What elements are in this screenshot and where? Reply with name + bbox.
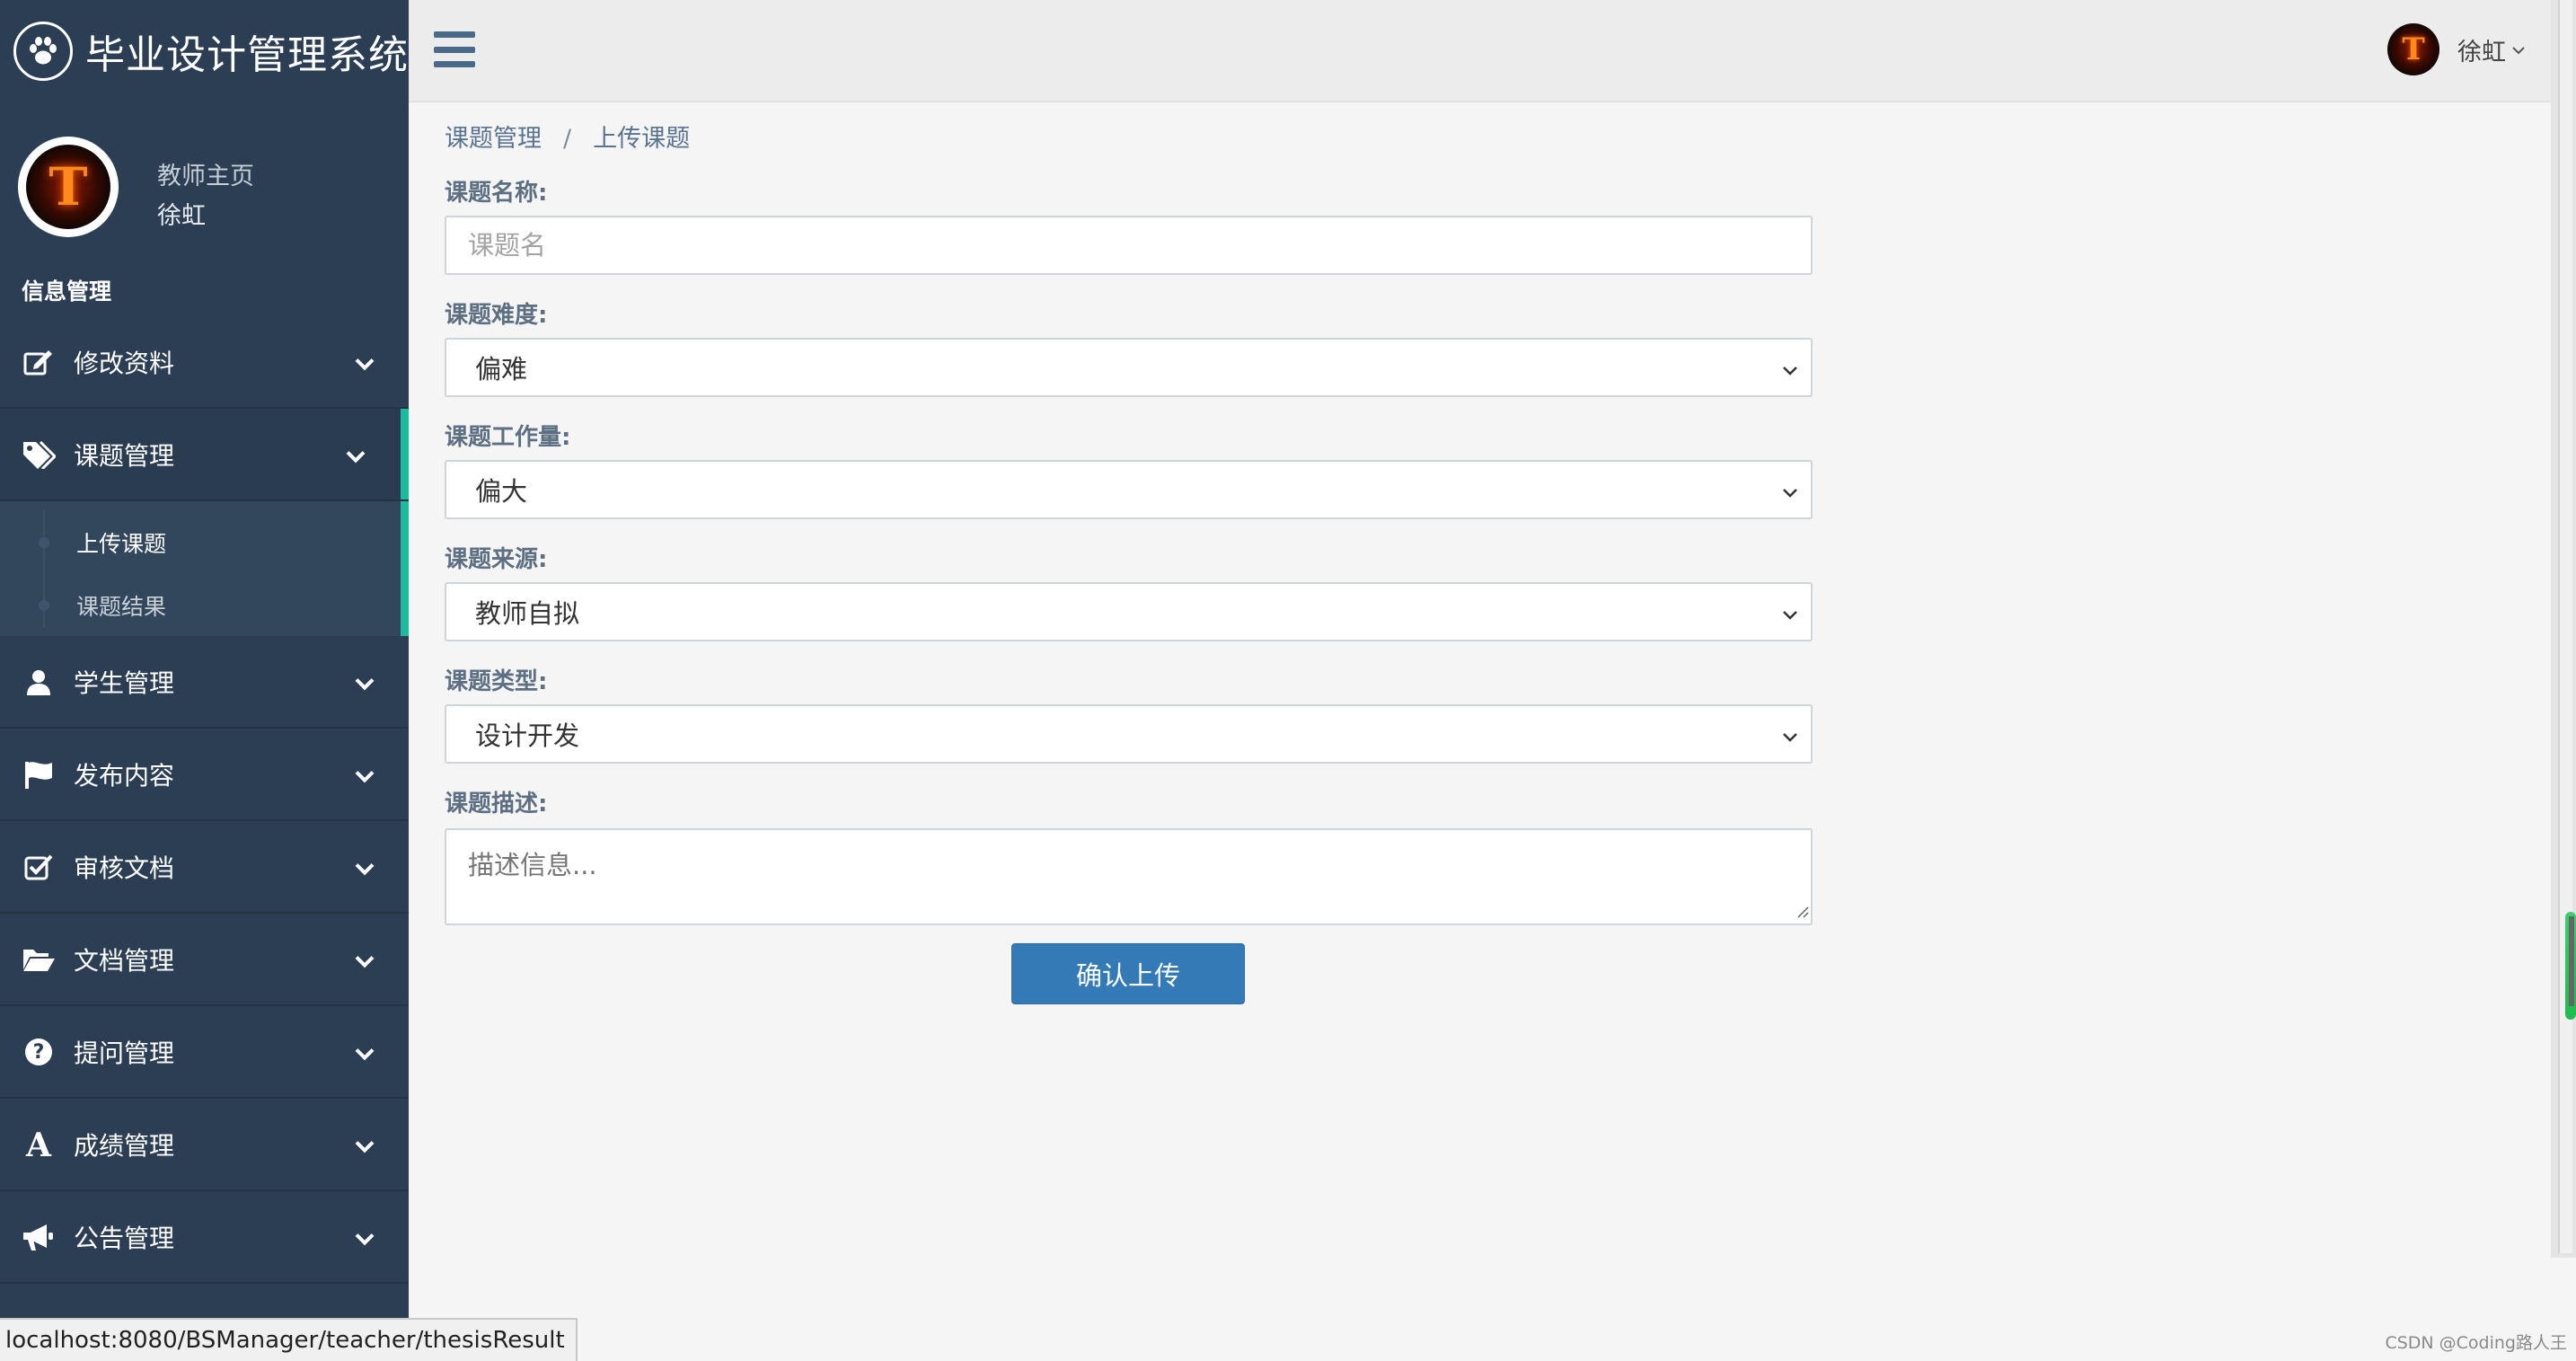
sidebar-item-label: 文档管理 [74,945,175,976]
chevron-down-icon [355,852,375,881]
brand[interactable]: 毕业设计管理系统 [0,0,409,102]
user-menu-toggle[interactable]: T 徐虹 [2387,23,2526,75]
sidebar-item-label: 成绩管理 [74,1130,175,1161]
edit-icon [20,349,57,376]
sidebar-item-document-management[interactable]: 文档管理 [0,914,409,1006]
description-label: 课题描述: [445,791,548,817]
workload-label: 课题工作量: [445,424,571,451]
check-square-icon [20,853,57,880]
profile-role[interactable]: 教师主页 [157,156,254,191]
profile-name: 徐虹 [157,202,206,230]
question-circle-icon: ? [20,1038,57,1066]
difficulty-label: 课题难度: [445,302,548,329]
profile-panel: T 教师主页 徐虹 [0,102,409,264]
avatar: T [2387,23,2439,75]
hamburger-menu-icon[interactable] [434,31,475,67]
topic-name-input[interactable] [446,217,1811,273]
svg-text:A: A [25,1130,52,1159]
sidebar-item-label: 审核文档 [74,853,175,883]
submenu-item-label: 上传课题 [76,531,167,557]
difficulty-select[interactable]: 偏难 [445,338,1813,397]
source-label: 课题来源: [445,546,548,573]
page-scrollbar[interactable] [2551,0,2576,1258]
sidebar-item-label: 公告管理 [74,1223,175,1253]
submenu-item-label: 课题结果 [76,594,167,620]
font-icon: A [20,1130,57,1159]
breadcrumb-current: 上传课题 [593,125,691,153]
avatar[interactable]: T [18,137,119,237]
submenu-item-topic-results[interactable]: 课题结果 [0,579,395,632]
user-name: 徐虹 [2457,38,2506,66]
chevron-down-icon [1782,719,1798,749]
svg-text:?: ? [33,1041,45,1064]
chevron-down-icon [355,1222,375,1251]
difficulty-value: 偏难 [475,354,528,384]
sidebar-menu: 修改资料 课题管理 上传课题 课题结果 学生管理 发布内容 审核文档 文档管理 … [0,316,409,1284]
type-select[interactable]: 设计开发 [445,704,1813,764]
sidebar-item-announcement-management[interactable]: 公告管理 [0,1191,409,1284]
tags-icon [20,440,57,469]
chevron-down-icon [355,1129,375,1159]
chevron-down-icon [355,1037,375,1066]
chevron-down-icon [2511,41,2526,58]
sidebar-item-label: 发布内容 [74,760,175,791]
type-label: 课题类型: [445,668,548,695]
sidebar-item-label: 课题管理 [74,440,175,471]
sidebar-item-question-management[interactable]: ? 提问管理 [0,1006,409,1099]
resize-handle-icon[interactable] [1795,904,1809,922]
sidebar-item-student-management[interactable]: 学生管理 [0,636,409,729]
sidebar-item-topic-management[interactable]: 课题管理 [0,409,409,501]
breadcrumb: 课题管理 / 上传课题 [445,119,690,154]
topic-name-field[interactable] [445,216,1813,275]
chevron-down-icon [1782,597,1798,627]
folder-open-icon [20,946,57,973]
chevron-down-icon [355,347,375,376]
topic-name-label: 课题名称: [445,180,548,207]
avatar-letter: T [26,145,110,229]
sidebar-item-label: 学生管理 [74,667,175,698]
chevron-down-icon [1782,474,1798,505]
flag-icon [20,760,57,789]
source-value: 教师自拟 [475,598,580,629]
sidebar-item-publish-content[interactable]: 发布内容 [0,729,409,821]
source-select[interactable]: 教师自拟 [445,582,1813,641]
breadcrumb-parent[interactable]: 课题管理 [445,125,542,153]
bullhorn-icon [20,1223,57,1251]
description-textarea[interactable] [446,830,1811,924]
chevron-down-icon [1782,352,1798,383]
submenu-topic-management: 上传课题 课题结果 [0,501,409,636]
workload-select[interactable]: 偏大 [445,460,1813,519]
confirm-upload-button[interactable]: 确认上传 [1011,943,1245,1004]
watermark: CSDN @Coding路人王 [2385,1333,2567,1353]
type-value: 设计开发 [475,720,580,751]
description-field[interactable] [445,828,1813,925]
breadcrumb-separator: / [563,125,572,153]
chevron-down-icon [346,439,366,469]
top-navbar: T 徐虹 [409,0,2551,102]
sidebar-item-label: 提问管理 [74,1038,175,1068]
app-title: 毕业设计管理系统 [85,32,409,78]
sidebar: 毕业设计管理系统 T 教师主页 徐虹 信息管理 修改资料 课题管理 上传课题 课… [0,0,409,1361]
scrollbar-thumb[interactable] [2558,0,2572,1253]
submenu-item-upload-topic[interactable]: 上传课题 [0,516,395,570]
section-label: 信息管理 [22,278,112,305]
chevron-down-icon [355,944,375,974]
user-icon [20,668,57,695]
status-bar-url: localhost:8080/BSManager/teacher/thesisR… [0,1318,578,1361]
workload-value: 偏大 [475,476,528,507]
sidebar-item-review-documents[interactable]: 审核文档 [0,821,409,914]
sidebar-item-label: 修改资料 [74,348,175,378]
chevron-down-icon [355,759,375,789]
sidebar-item-grade-management[interactable]: A 成绩管理 [0,1099,409,1191]
chevron-down-icon [355,667,375,696]
paw-icon [13,22,73,81]
sidebar-item-edit-profile[interactable]: 修改资料 [0,316,409,409]
